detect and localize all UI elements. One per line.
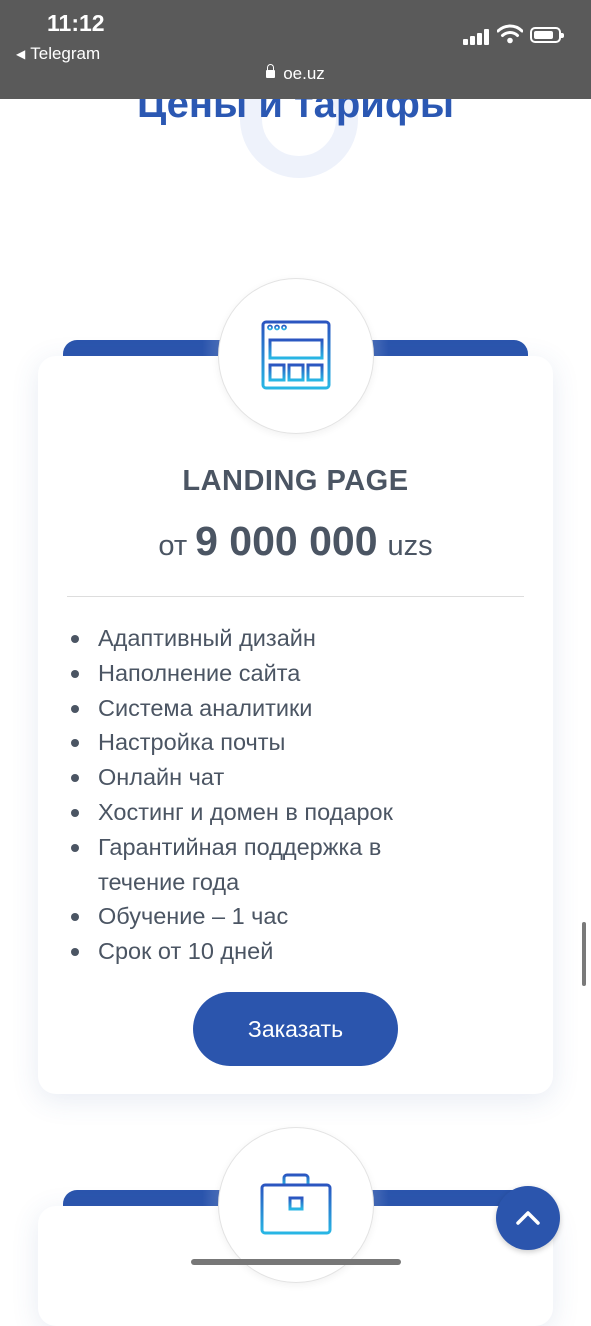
order-button[interactable]: Заказать [193, 992, 398, 1066]
price-amount: 9 000 000 [195, 518, 378, 564]
feature-item: Адаптивный дизайн [71, 621, 498, 656]
browser-top-bar: 11:12 ◀ Telegram oe.uz [0, 0, 591, 99]
back-to-app-button[interactable]: ◀ Telegram [16, 44, 100, 64]
feature-item: Срок от 10 дней [71, 934, 498, 969]
chevron-up-icon [516, 1211, 540, 1225]
status-time: 11:12 [47, 10, 105, 36]
price-currency: uzs [387, 530, 433, 562]
cellular-signal-icon [463, 28, 491, 45]
feature-item: Наполнение сайта [71, 656, 498, 691]
feature-item: Система аналитики [71, 691, 498, 726]
url-text: oe.uz [283, 64, 325, 83]
home-indicator [191, 1259, 401, 1265]
battery-icon [530, 27, 564, 43]
feature-item: Настройка почты [71, 725, 498, 760]
feature-item: Гарантийная поддержка в течение года [71, 830, 438, 900]
address-bar[interactable]: oe.uz [0, 64, 591, 84]
feature-item: Обучение – 1 час [71, 899, 498, 934]
plan-icon-circle [218, 278, 374, 434]
scrollbar[interactable] [582, 922, 586, 986]
scroll-to-top-button[interactable] [496, 1186, 560, 1250]
price-prefix: от [158, 530, 188, 562]
divider [67, 596, 524, 597]
back-arrow-icon: ◀ [16, 47, 26, 61]
plan-title: LANDING PAGE [182, 465, 409, 497]
back-app-label: Telegram [30, 44, 101, 63]
plan-price: от 9 000 000 uzs [0, 518, 591, 565]
browser-window-icon [261, 320, 331, 390]
feature-item: Онлайн чат [71, 760, 498, 795]
lock-icon [266, 64, 276, 78]
feature-item: Хостинг и домен в подарок [71, 795, 498, 830]
feature-list: Адаптивный дизайн Наполнение сайта Систе… [71, 621, 498, 969]
briefcase-icon [260, 1173, 332, 1235]
wifi-icon [497, 24, 523, 44]
